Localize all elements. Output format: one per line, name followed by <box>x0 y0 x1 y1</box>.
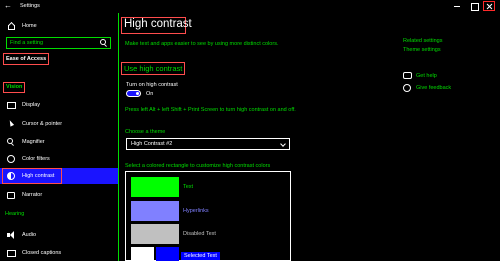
selection-highlight <box>2 168 62 184</box>
home-icon <box>7 22 15 30</box>
sidebar-item-closed-captions[interactable]: Closed captions <box>0 245 118 260</box>
chevron-down-icon <box>280 141 286 147</box>
magnifier-icon <box>7 137 15 146</box>
theme-label: Choose a theme <box>125 129 166 135</box>
sidebar-item-label: Home <box>22 23 37 29</box>
swatch-label-selected-text: Selected Text <box>181 252 220 260</box>
sidebar-item-label: Cursor & pointer <box>22 120 63 127</box>
swatch-text[interactable] <box>131 177 179 197</box>
close-button[interactable] <box>483 1 495 11</box>
page-description: Make text and apps easier to see by usin… <box>125 41 279 47</box>
swatch-hyperlinks[interactable] <box>131 201 179 221</box>
title-bar: ← Settings <box>0 0 500 13</box>
search-icon[interactable] <box>100 39 108 47</box>
swatch-selected-text-background[interactable] <box>156 247 179 261</box>
sidebar-item-audio[interactable]: Audio <box>0 227 118 242</box>
search-box[interactable] <box>6 37 111 49</box>
back-arrow-icon[interactable]: ← <box>4 0 12 12</box>
window-title: Settings <box>20 3 40 9</box>
color-filters-icon <box>7 154 15 163</box>
cursor-icon <box>7 120 15 128</box>
sidebar-item-label: Audio <box>22 231 37 238</box>
sidebar-item-label: Narrator <box>22 191 43 198</box>
sidebar-item-narrator[interactable]: Narrator <box>0 187 118 202</box>
display-icon <box>7 101 16 109</box>
sidebar-item-cursor-pointer[interactable]: Cursor & pointer <box>0 116 118 131</box>
color-swatches-panel: Text Hyperlinks Disabled Text Selected T… <box>125 171 291 261</box>
swatch-disabled-text[interactable] <box>131 224 179 244</box>
section-heading-ease-of-access: Ease of Access <box>3 53 50 65</box>
theme-settings-link[interactable]: Theme settings <box>403 47 441 53</box>
related-settings-heading: Related settings <box>403 38 443 44</box>
swatch-selected-text-foreground[interactable] <box>131 247 154 261</box>
high-contrast-toggle[interactable] <box>126 90 141 97</box>
sidebar-item-label: Closed captions <box>22 249 62 256</box>
shortcut-hint: Press left Alt + left Shift + Print Scre… <box>125 107 296 113</box>
sidebar-divider <box>118 13 119 261</box>
theme-dropdown-value: High Contrast #2 <box>131 141 173 147</box>
sidebar-item-label: Display <box>22 101 41 108</box>
section-title: Use high contrast <box>124 64 183 73</box>
captions-icon <box>7 249 16 257</box>
section-heading-vision: Vision <box>3 82 26 93</box>
toggle-label: Turn on high contrast <box>126 82 178 88</box>
maximize-button[interactable] <box>468 1 480 11</box>
colors-instructions: Select a colored rectangle to customize … <box>125 163 271 169</box>
sidebar-item-color-filters[interactable]: Color filters <box>0 151 118 166</box>
audio-icon <box>7 230 15 239</box>
feedback-icon <box>403 84 411 92</box>
sidebar-item-display[interactable]: Display <box>0 97 118 112</box>
swatch-label-hyperlinks: Hyperlinks <box>183 208 209 214</box>
section-heading-hearing: Hearing <box>5 211 25 217</box>
search-input[interactable] <box>7 38 97 48</box>
chat-help-icon <box>403 72 412 80</box>
swatch-label-text: Text <box>183 184 194 190</box>
page-title: High contrast <box>124 18 192 30</box>
give-feedback-label: Give feedback <box>416 85 452 91</box>
get-help-label: Get help <box>416 73 437 79</box>
sidebar-item-home[interactable]: Home <box>7 20 37 32</box>
sidebar-item-label: Color filters <box>22 155 50 162</box>
toggle-state-text: On <box>146 91 154 97</box>
sidebar-item-label: Magnifier <box>22 138 45 145</box>
swatch-label-disabled-text: Disabled Text <box>183 231 216 237</box>
narrator-icon <box>7 191 15 199</box>
toggle-knob <box>136 92 139 95</box>
sidebar-item-magnifier[interactable]: Magnifier <box>0 134 118 149</box>
get-help-link[interactable]: Get help <box>403 72 437 80</box>
theme-dropdown[interactable]: High Contrast #2 <box>126 138 290 150</box>
minimize-button[interactable] <box>451 1 463 11</box>
give-feedback-link[interactable]: Give feedback <box>403 84 451 92</box>
